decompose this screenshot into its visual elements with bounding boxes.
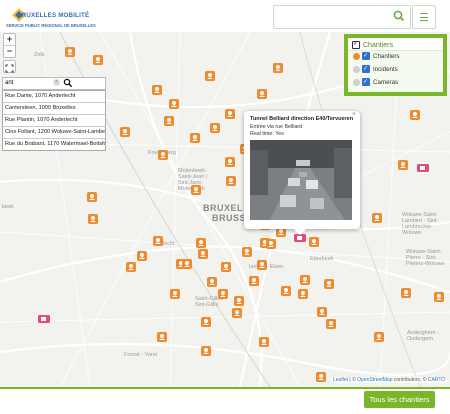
address-search-input[interactable]: ant × bbox=[2, 77, 106, 90]
carto-link[interactable]: CARTO bbox=[428, 377, 445, 383]
list-item[interactable]: Rue Dante, 1070 Anderlecht bbox=[3, 91, 105, 103]
map-label-etterbeek: Etterbeek bbox=[310, 256, 334, 262]
camera-icon bbox=[353, 78, 360, 86]
layer-item-chantiers[interactable]: Chantiers bbox=[353, 51, 399, 62]
popup-realtime: Real time: Yes bbox=[250, 131, 284, 137]
osm-link[interactable]: OpenStreetMap bbox=[357, 377, 392, 383]
zoom-in-button[interactable]: + bbox=[4, 34, 15, 45]
address-results: Rue Dante, 1070 Anderlecht Cantersteen, … bbox=[2, 90, 106, 151]
top-search bbox=[273, 5, 411, 29]
zoom-control: + − bbox=[3, 33, 16, 58]
layer-item-cameras[interactable]: Cameras bbox=[353, 77, 398, 88]
logo-title: BRUXELLES MOBILITÉ bbox=[17, 12, 90, 19]
checkbox[interactable] bbox=[362, 64, 370, 74]
search-icon[interactable] bbox=[392, 9, 406, 23]
list-item[interactable]: Clos Follant, 1200 Woluwe-Saint-Lambert bbox=[3, 127, 105, 139]
checkbox[interactable] bbox=[362, 77, 370, 87]
construction-icon bbox=[353, 52, 360, 60]
leaflet-link[interactable]: Leaflet bbox=[333, 377, 348, 383]
app-header: BRUXELLES MOBILITÉ SERVICE PUBLIC RÉGION… bbox=[0, 0, 450, 33]
map-label-ixelles: Ixelles - Elsen bbox=[249, 264, 284, 270]
list-item[interactable]: Cantersteen, 1000 Bruxelles bbox=[3, 103, 105, 115]
incident-icon bbox=[353, 65, 360, 73]
map-label-bruxelles: BRUXEL bbox=[203, 203, 244, 213]
clear-icon[interactable]: × bbox=[53, 79, 60, 86]
map-label-woluwe-pierre: Woluwe-Saint-Pierre - Sint-Pieters-Woluw… bbox=[406, 249, 445, 267]
popup-subtitle: Entrée via rue Belliard bbox=[250, 124, 303, 130]
map-label-koekelberg: Koekelberg bbox=[148, 150, 176, 156]
menu-button[interactable] bbox=[412, 5, 436, 29]
map-label-anderlecht: lecht bbox=[163, 241, 175, 247]
popup-title: Tunnel Belliard direction E40/Tervueren bbox=[250, 116, 354, 122]
hamburger-icon bbox=[420, 13, 428, 15]
map-label-saint-gilles: Saint-Gilles - Sint-Gillis bbox=[195, 296, 227, 308]
list-item[interactable]: Rue du Brabant, 1170 Watermael-Boitsfort bbox=[3, 139, 105, 150]
address-search-query: ant bbox=[5, 80, 14, 86]
checkbox[interactable] bbox=[362, 51, 370, 61]
layer-item-incidents[interactable]: Incidents bbox=[353, 64, 398, 75]
map-label-woluwe-lambert: Woluwe-Saint-Lambert - Sint-Lambrechts-W… bbox=[402, 212, 439, 236]
map-label-forest: Forest - Vorst bbox=[124, 352, 158, 358]
map-label-beek: beek bbox=[2, 204, 14, 210]
fullscreen-icon bbox=[5, 64, 14, 73]
brand-logo[interactable]: BRUXELLES MOBILITÉ SERVICE PUBLIC RÉGION… bbox=[5, 3, 125, 29]
map-attribution: Leaflet | © OpenStreetMap contributors, … bbox=[331, 377, 448, 383]
camera-popup: × Tunnel Belliard direction E40/Tervuere… bbox=[244, 111, 360, 235]
list-item[interactable]: Rue Plantin, 1070 Anderlecht bbox=[3, 115, 105, 127]
logo-subtitle: SERVICE PUBLIC RÉGIONAL DE BRUXELLES bbox=[6, 23, 96, 28]
fullscreen-button[interactable] bbox=[3, 60, 16, 73]
address-search-panel: ant × Rue Dante, 1070 Anderlecht Canters… bbox=[2, 77, 106, 151]
top-search-input[interactable] bbox=[278, 9, 390, 25]
layer-toggle-all-checkbox[interactable] bbox=[352, 40, 360, 49]
map-label-molenbeek: Molenbeek-Saint-Jean / Sint-Jans-Molenbe… bbox=[178, 168, 208, 192]
layer-panel: Chantiers Chantiers Incidents Cameras bbox=[344, 34, 447, 96]
all-works-button[interactable]: Tous les chantiers bbox=[364, 391, 435, 408]
map-label-zelk: Zelk bbox=[34, 52, 45, 58]
camera-feed-image[interactable] bbox=[250, 140, 352, 220]
layer-panel-title[interactable]: Chantiers bbox=[352, 40, 393, 49]
map-label-auderghem: Auderghem - Oudergem bbox=[407, 330, 439, 342]
zoom-out-button[interactable]: − bbox=[4, 45, 15, 57]
search-icon[interactable] bbox=[63, 78, 73, 88]
